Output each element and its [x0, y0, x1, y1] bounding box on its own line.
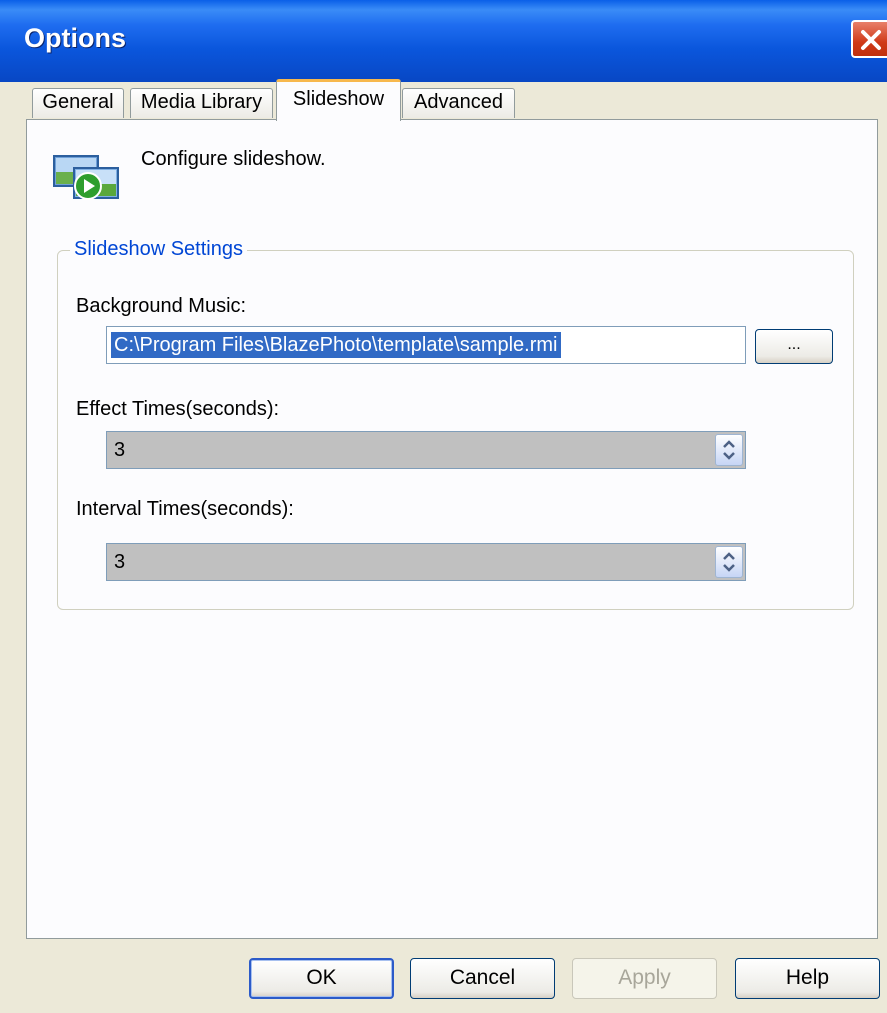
effect-times-spin-button[interactable]: [715, 434, 743, 466]
background-music-field[interactable]: C:\Program Files\BlazePhoto\template\sam…: [106, 326, 746, 364]
background-music-label: Background Music:: [76, 295, 247, 317]
effect-times-spinner[interactable]: 3: [106, 431, 746, 469]
tab-general[interactable]: General: [32, 88, 124, 118]
interval-times-spinner[interactable]: 3: [106, 543, 746, 581]
apply-button[interactable]: Apply: [572, 958, 717, 999]
browse-button[interactable]: ...: [755, 329, 833, 364]
effect-times-value: 3: [114, 439, 126, 461]
background-music-value: C:\Program Files\BlazePhoto\template\sam…: [111, 332, 561, 358]
close-button[interactable]: [851, 20, 887, 58]
interval-times-spin-button[interactable]: [715, 546, 743, 578]
help-button[interactable]: Help: [735, 958, 880, 999]
window-title: Options: [24, 23, 126, 53]
title-bar[interactable]: Options: [0, 0, 887, 82]
tab-slideshow[interactable]: Slideshow: [276, 79, 401, 121]
spin-arrows-icon: [723, 440, 735, 460]
page-description: Configure slideshow.: [141, 148, 326, 170]
spin-arrows-icon: [723, 552, 735, 572]
effect-times-label: Effect Times(seconds):: [76, 398, 280, 420]
interval-times-label: Interval Times(seconds):: [76, 498, 294, 520]
group-title: Slideshow Settings: [70, 238, 247, 261]
close-icon: [861, 30, 881, 50]
ok-button[interactable]: OK: [249, 958, 394, 999]
cancel-button[interactable]: Cancel: [410, 958, 555, 999]
interval-times-value: 3: [114, 551, 126, 573]
options-dialog: Options General Media Library Slideshow …: [0, 0, 887, 1013]
slideshow-icon: [53, 155, 119, 200]
tab-media-library[interactable]: Media Library: [130, 88, 273, 118]
tab-advanced[interactable]: Advanced: [402, 88, 515, 118]
